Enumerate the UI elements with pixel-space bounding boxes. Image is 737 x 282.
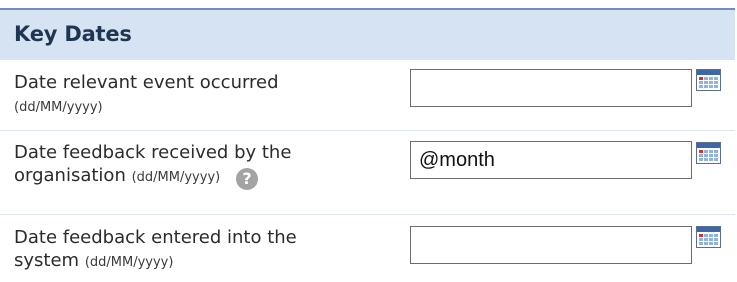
feedback-entered-label: Date feedback entered into the system (d… xyxy=(14,226,297,274)
event-date-label-text: Date relevant event occurred xyxy=(14,72,279,93)
feedback-received-format-hint: (dd/MM/yyyy) xyxy=(131,170,221,185)
feedback-entered-label-line1: Date feedback entered into the xyxy=(14,227,297,248)
section-title: Key Dates xyxy=(14,22,132,46)
help-icon[interactable]: ? xyxy=(235,168,258,190)
feedback-entered-input[interactable] xyxy=(410,226,692,264)
event-date-row: Date relevant event occurred (dd/MM/yyyy… xyxy=(0,60,735,131)
calendar-icon[interactable] xyxy=(696,226,721,248)
feedback-received-label-line1: Date feedback received by the xyxy=(14,142,292,163)
section-header: Key Dates xyxy=(0,8,735,60)
event-date-input[interactable] xyxy=(410,69,692,107)
feedback-received-label: Date feedback received by the organisati… xyxy=(14,141,291,190)
feedback-entered-label-line2: system xyxy=(14,250,80,271)
calendar-icon[interactable] xyxy=(696,142,721,164)
feedback-received-label-line2: organisation xyxy=(14,165,126,186)
feedback-received-row: Date feedback received by the organisati… xyxy=(0,131,735,215)
event-date-label: Date relevant event occurred (dd/MM/yyyy… xyxy=(14,71,279,119)
feedback-received-input[interactable] xyxy=(410,141,692,179)
feedback-entered-row: Date feedback entered into the system (d… xyxy=(0,215,735,282)
feedback-entered-format-hint: (dd/MM/yyyy) xyxy=(84,255,174,270)
key-dates-panel: Key Dates Date relevant event occurred (… xyxy=(0,0,737,282)
event-date-format-hint: (dd/MM/yyyy) xyxy=(14,100,103,115)
calendar-icon[interactable] xyxy=(696,69,721,91)
